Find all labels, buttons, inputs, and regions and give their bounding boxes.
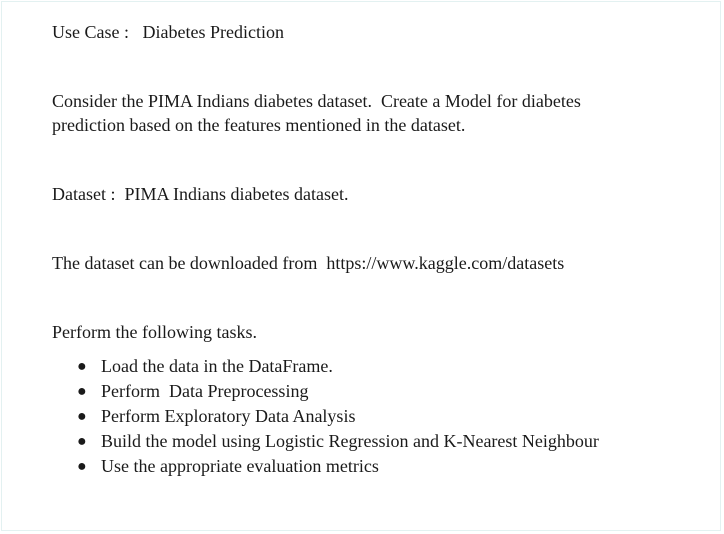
dataset-value: PIMA Indians diabetes dataset. — [124, 184, 349, 204]
download-url[interactable]: https://www.kaggle.com/datasets — [326, 253, 564, 273]
bullet-icon: ● — [77, 433, 87, 450]
list-item: ● Perform Data Preprocessing — [52, 379, 599, 404]
download-text: The dataset can be downloaded from — [52, 253, 318, 273]
intro-line-1: Consider the PIMA Indians diabetes datas… — [52, 91, 581, 111]
tasks-list: ● Load the data in the DataFrame. ● Perfor… — [52, 354, 599, 479]
bullet-icon: ● — [77, 458, 87, 475]
list-item: ● Build the model using Logistic Regressi… — [52, 429, 599, 454]
dataset-label: Dataset : — [52, 184, 116, 204]
task-label: Load the data in the DataFrame. — [101, 356, 333, 376]
tasks-heading: Perform the following tasks. — [52, 322, 257, 342]
task-label: Perform Data Preprocessing — [101, 381, 309, 401]
list-item: ● Load the data in the DataFrame. — [52, 354, 599, 379]
list-item: ● Perform Exploratory Data Analysis — [52, 404, 599, 429]
task-label: Use the appropriate evaluation metrics — [101, 456, 379, 476]
bullet-icon: ● — [77, 408, 87, 425]
use-case-label: Use Case : — [52, 22, 129, 42]
bullet-icon: ● — [77, 358, 87, 375]
task-label: Perform Exploratory Data Analysis — [101, 406, 356, 426]
intro-line-2: prediction based on the features mention… — [52, 115, 466, 135]
list-item: ● Use the appropriate evaluation metrics — [52, 454, 599, 479]
use-case-line: Use Case : Diabetes Prediction — [52, 20, 284, 44]
bullet-icon: ● — [77, 383, 87, 400]
task-label: Build the model using Logistic Regressio… — [101, 431, 599, 451]
use-case-value: Diabetes Prediction — [142, 22, 284, 42]
download-line: The dataset can be downloaded from https… — [52, 251, 564, 275]
dataset-line: Dataset : PIMA Indians diabetes dataset. — [52, 182, 348, 206]
document-frame: Use Case : Diabetes Prediction Consider … — [1, 1, 721, 531]
